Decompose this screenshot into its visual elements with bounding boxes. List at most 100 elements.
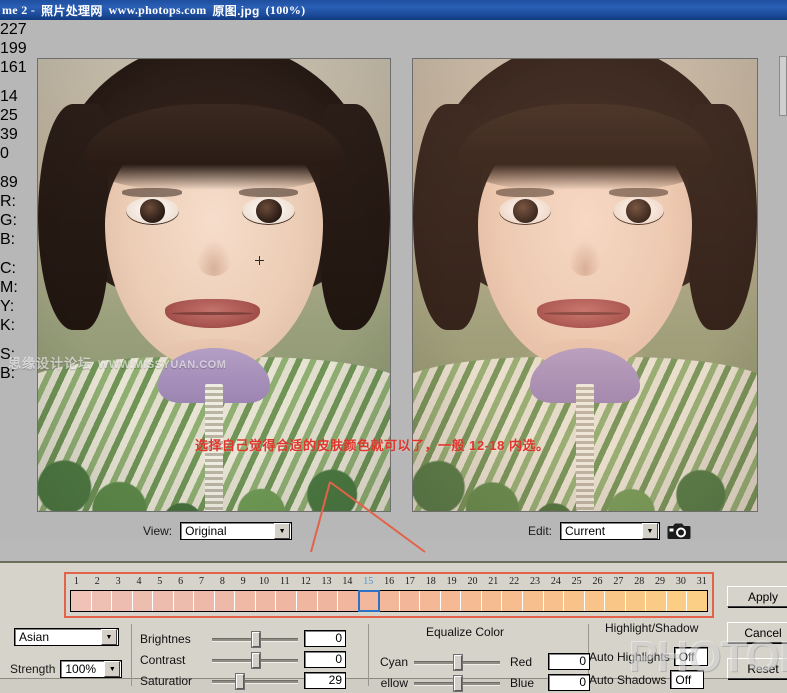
cyan-red-control-row: Cyan Red 0 bbox=[360, 653, 590, 670]
skin-tone-swatch-18[interactable] bbox=[420, 591, 441, 611]
swatch-number-1: 1 bbox=[73, 576, 79, 587]
skin-tone-swatch-21[interactable] bbox=[481, 591, 503, 611]
skin-tone-swatch-29[interactable] bbox=[646, 591, 667, 611]
skin-tone-swatch-6[interactable] bbox=[173, 591, 195, 611]
skin-tone-swatch-20[interactable] bbox=[461, 591, 482, 611]
skin-tone-swatch-4[interactable] bbox=[132, 591, 154, 611]
swatch-number-24: 24 bbox=[550, 576, 561, 587]
edit-label: Edit: bbox=[528, 524, 553, 538]
skin-tone-swatch-28[interactable] bbox=[625, 591, 647, 611]
chevron-down-icon[interactable]: ▼ bbox=[642, 523, 659, 539]
channel-label: K: bbox=[0, 317, 16, 334]
chevron-down-icon[interactable]: ▼ bbox=[104, 661, 121, 677]
skin-tone-swatch-12[interactable] bbox=[297, 591, 318, 611]
readout-value: 161 bbox=[0, 59, 27, 76]
skin-type-dropdown[interactable]: Asian ▼ bbox=[14, 628, 119, 646]
slider-thumb[interactable] bbox=[454, 675, 463, 691]
skin-tone-swatch-22[interactable] bbox=[502, 591, 524, 611]
vertical-scrollbar[interactable] bbox=[779, 56, 787, 116]
skin-tone-swatch-11[interactable] bbox=[276, 591, 298, 611]
chevron-down-icon[interactable]: ▼ bbox=[274, 523, 291, 539]
red-value-field[interactable]: 0 bbox=[548, 653, 590, 670]
yellow-blue-slider[interactable] bbox=[414, 675, 500, 691]
swatch-number-19: 19 bbox=[446, 576, 457, 587]
swatch-number-27: 27 bbox=[613, 576, 624, 587]
color-values-readout-left: 227 199 161 14 25 39 0 89 bbox=[0, 20, 28, 192]
skin-tone-swatch-8[interactable] bbox=[214, 591, 236, 611]
strength-dropdown[interactable]: 100% ▼ bbox=[60, 660, 123, 678]
slider-thumb[interactable] bbox=[252, 652, 261, 668]
panel-divider bbox=[131, 624, 132, 686]
skin-tone-swatch-1[interactable] bbox=[71, 591, 92, 611]
skin-tone-swatch-23[interactable] bbox=[523, 591, 544, 611]
skin-tone-swatch-30[interactable] bbox=[666, 591, 688, 611]
contrast-slider[interactable] bbox=[212, 652, 298, 668]
swatch-number-9: 9 bbox=[240, 576, 246, 587]
auto-shadows-row: Auto Shadows Off bbox=[589, 670, 705, 689]
slider-thumb[interactable] bbox=[236, 673, 245, 689]
skin-tone-swatch-14[interactable] bbox=[338, 591, 359, 611]
swatch-number-10: 10 bbox=[259, 576, 270, 587]
channel-label: M: bbox=[0, 279, 18, 296]
saturation-control-row: Saturatior 29 bbox=[140, 672, 346, 689]
auto-shadows-dropdown[interactable]: Off bbox=[670, 670, 705, 689]
chevron-down-icon[interactable]: ▼ bbox=[101, 629, 117, 645]
swatch-number-15: 15 bbox=[363, 576, 374, 587]
equalize-color-title: Equalize Color bbox=[426, 625, 505, 639]
skin-tone-swatch-15[interactable] bbox=[357, 590, 381, 612]
swatch-number-28: 28 bbox=[634, 576, 645, 587]
auto-highlights-dropdown[interactable]: Off bbox=[673, 647, 708, 666]
brightness-value-field[interactable]: 0 bbox=[304, 630, 346, 647]
cancel-button[interactable]: Cancel bbox=[727, 622, 787, 643]
skin-tone-swatch-26[interactable] bbox=[584, 591, 606, 611]
skin-tone-swatch-9[interactable] bbox=[235, 591, 256, 611]
saturation-slider[interactable] bbox=[212, 673, 298, 689]
slider-thumb[interactable] bbox=[454, 654, 463, 670]
swatch-number-2: 2 bbox=[94, 576, 100, 587]
auto-shadows-label: Auto Shadows bbox=[589, 672, 667, 687]
swatch-number-26: 26 bbox=[592, 576, 603, 587]
skin-tone-swatch-31[interactable] bbox=[687, 591, 707, 611]
title-site-name: 照片处理网 bbox=[41, 3, 103, 18]
slider-thumb[interactable] bbox=[252, 631, 261, 647]
skin-tone-swatch-2[interactable] bbox=[91, 591, 113, 611]
reset-button[interactable]: Reset bbox=[727, 658, 787, 679]
brightness-control-row: Brightnes 0 bbox=[140, 630, 346, 647]
skin-tone-swatch-25[interactable] bbox=[564, 591, 585, 611]
skin-tone-swatch-13[interactable] bbox=[317, 591, 339, 611]
swatch-number-21: 21 bbox=[488, 576, 499, 587]
skin-tone-swatch-17[interactable] bbox=[399, 591, 421, 611]
skin-tone-swatch-7[interactable] bbox=[194, 591, 215, 611]
swatch-number-5: 5 bbox=[157, 576, 163, 587]
channel-label: G: bbox=[0, 212, 17, 229]
blue-label: Blue bbox=[510, 675, 535, 690]
swatch-number-22: 22 bbox=[509, 576, 520, 587]
swatch-number-20: 20 bbox=[467, 576, 478, 587]
watermark-text-cn: 思缘设计论坛 bbox=[8, 356, 93, 371]
skin-tone-swatch-24[interactable] bbox=[543, 591, 565, 611]
saturation-label: Saturatior bbox=[140, 673, 193, 688]
skin-tone-swatch-5[interactable] bbox=[153, 591, 174, 611]
auto-highlights-label: Auto Highlights bbox=[589, 649, 670, 664]
edit-mode-dropdown[interactable]: Current ▼ bbox=[560, 522, 661, 540]
tutorial-annotation-text: 选择自己觉得合适的皮肤颜色就可以了，一般 12-18 内选。 bbox=[195, 438, 550, 453]
swatch-number-16: 16 bbox=[384, 576, 395, 587]
saturation-value-field[interactable]: 29 bbox=[304, 672, 346, 689]
skin-tone-swatch-10[interactable] bbox=[255, 591, 277, 611]
skin-tone-swatch-strip[interactable] bbox=[70, 590, 708, 612]
highlight-shadow-title: Highlight/Shadow bbox=[605, 621, 699, 635]
camera-icon[interactable] bbox=[666, 520, 692, 542]
skin-tone-swatch-16[interactable] bbox=[379, 591, 400, 611]
contrast-value-field[interactable]: 0 bbox=[304, 651, 346, 668]
title-file-name: 原图.jpg bbox=[212, 3, 260, 18]
apply-button[interactable]: Apply bbox=[727, 586, 787, 607]
skin-tone-swatch-27[interactable] bbox=[605, 591, 626, 611]
blue-value-field[interactable]: 0 bbox=[548, 674, 590, 691]
brightness-slider[interactable] bbox=[212, 631, 298, 647]
view-mode-dropdown[interactable]: Original ▼ bbox=[180, 522, 293, 540]
channel-label: C: bbox=[0, 260, 16, 277]
brightness-label: Brightnes bbox=[140, 631, 191, 646]
skin-tone-swatch-3[interactable] bbox=[112, 591, 133, 611]
cyan-red-slider[interactable] bbox=[414, 654, 500, 670]
skin-tone-swatch-19[interactable] bbox=[440, 591, 462, 611]
